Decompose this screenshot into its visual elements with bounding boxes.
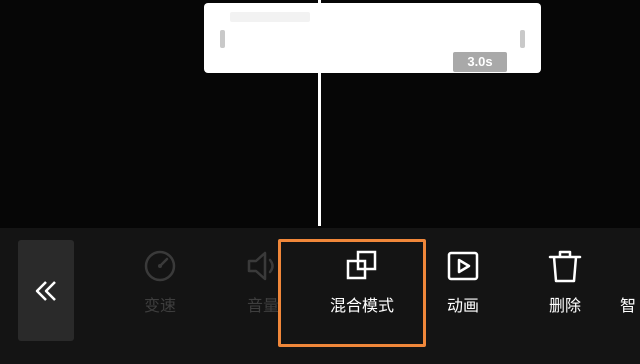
double-chevron-left-icon: [35, 280, 56, 301]
tool-speed-label: 变速: [143, 296, 176, 315]
tool-smart-label: 智: [620, 296, 637, 315]
animation-icon: [447, 251, 479, 281]
clip-thumbnail-strip: [230, 12, 310, 22]
tool-blend-mode[interactable]: 混合模式: [322, 248, 402, 328]
playhead[interactable]: [318, 0, 321, 226]
tool-blend-mode-label: 混合模式: [329, 296, 394, 315]
volume-icon: [247, 251, 274, 281]
clip-trim-handle-right[interactable]: [520, 30, 525, 48]
clip-trim-handle-left[interactable]: [220, 30, 225, 48]
tool-animation[interactable]: 动画: [423, 248, 503, 328]
tool-volume-label: 音量: [246, 296, 279, 315]
video-clip[interactable]: 3.0s: [204, 3, 541, 73]
tool-speed[interactable]: 变速: [120, 248, 200, 328]
collapse-back-button[interactable]: [18, 240, 74, 341]
video-editor-screen: 3.0s 变速 音量 混合模式 动画 删除 智: [0, 0, 640, 364]
tool-animation-label: 动画: [446, 296, 479, 315]
trash-icon: [548, 250, 582, 283]
tool-smart-partial[interactable]: 智: [620, 248, 640, 328]
tool-volume[interactable]: 音量: [223, 248, 303, 328]
tool-delete-label: 删除: [548, 296, 581, 315]
speed-gauge-icon: [144, 250, 176, 282]
clip-duration-badge: 3.0s: [453, 52, 507, 72]
bottom-toolbar: 变速 音量 混合模式 动画 删除 智: [0, 228, 640, 364]
blend-mode-icon: [346, 250, 377, 280]
tool-delete[interactable]: 删除: [525, 248, 605, 328]
timeline-area[interactable]: 3.0s: [0, 0, 640, 228]
